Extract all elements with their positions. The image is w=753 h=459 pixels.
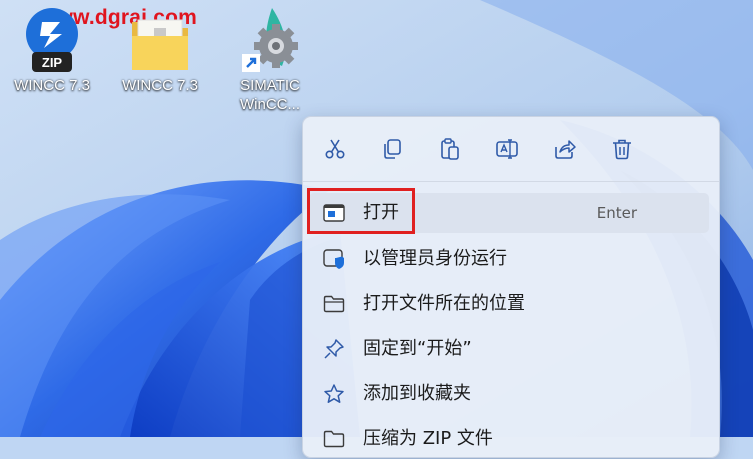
delete-button[interactable] [606, 133, 638, 165]
share-icon [555, 140, 576, 159]
simatic-wincc-gear-icon [238, 6, 302, 76]
shield-run-icon [323, 248, 345, 270]
highlight-annotation-box [307, 188, 415, 234]
desktop-icon-wincc-zip[interactable]: ZIP WINCC 7.3 [2, 6, 102, 95]
folder-icon [128, 6, 192, 76]
zip-folder-icon [323, 428, 345, 450]
menu-item-pin-to-start[interactable]: 固定到“开始” [309, 329, 709, 369]
paste-button[interactable] [434, 133, 466, 165]
menu-separator [303, 181, 719, 182]
rename-button[interactable] [491, 133, 523, 165]
folder-outline-icon [323, 293, 345, 315]
rename-icon [496, 139, 518, 159]
paste-icon [441, 138, 459, 160]
zip-badge-text: ZIP [42, 55, 63, 70]
star-icon [323, 383, 345, 405]
menu-item-add-to-favorites[interactable]: 添加到收藏夹 [309, 374, 709, 414]
desktop-icon-wincc-folder[interactable]: WINCC 7.3 [110, 6, 210, 95]
pin-icon [323, 338, 345, 360]
share-button[interactable] [549, 133, 581, 165]
copy-button[interactable] [376, 133, 408, 165]
context-menu: 打开 Enter 以管理员身份运行 打开文件所在的位置 固定到“开始” 添加到收… [302, 116, 720, 458]
scissors-icon [325, 139, 345, 159]
cut-button[interactable] [319, 133, 351, 165]
copy-icon [384, 139, 401, 159]
zip-archive-icon: ZIP [20, 6, 84, 76]
desktop-icon-simatic-wincc[interactable]: SIMATIC WinCC... [220, 6, 320, 114]
context-menu-toolbar [303, 117, 719, 181]
menu-item-compress-zip[interactable]: 压缩为 ZIP 文件 [309, 419, 709, 459]
desktop-icon-label: WINCC 7.3 [14, 77, 90, 94]
desktop-icon-label-line2: WinCC... [240, 96, 300, 113]
trash-icon [613, 139, 631, 160]
desktop-icon-label-line1: SIMATIC [240, 77, 300, 94]
menu-item-label: 添加到收藏夹 [363, 383, 471, 404]
menu-item-label: 压缩为 ZIP 文件 [363, 428, 493, 449]
menu-item-label: 以管理员身份运行 [363, 248, 507, 269]
menu-item-label: 打开文件所在的位置 [363, 293, 525, 314]
desktop-icon-label: WINCC 7.3 [122, 77, 198, 94]
menu-item-open-file-location[interactable]: 打开文件所在的位置 [309, 284, 709, 324]
menu-item-label: 固定到“开始” [363, 338, 472, 359]
menu-item-run-as-admin[interactable]: 以管理员身份运行 [309, 239, 709, 279]
menu-item-shortcut: Enter [596, 204, 637, 222]
